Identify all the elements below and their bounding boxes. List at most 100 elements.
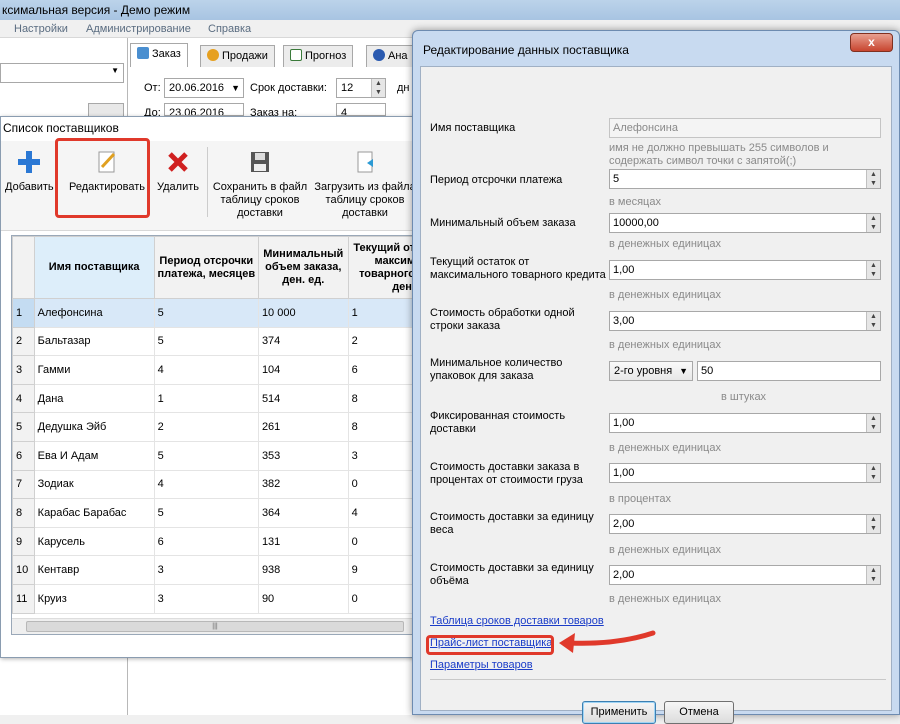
cell-name: Круиз [33,583,155,614]
column-header-credit[interactable]: Текущий от максим товарного ден. [347,236,418,299]
table-row[interactable]: 1 Алефонсина 5 10 000 1 [12,298,418,328]
horizontal-scrollbar[interactable]: ||| [12,618,418,634]
pct-delivery-label: Стоимость доставки заказа в процентах от… [430,461,583,486]
save-table-button[interactable]: Сохранить в файл таблицу сроков доставки [211,149,309,220]
fixed-delivery-label: Фиксированная стоимость доставки [430,410,566,435]
table-row[interactable]: 10 Кентавр 3 938 9 [12,555,418,585]
table-row[interactable]: 6 Ева И Адам 5 353 3 [12,440,418,471]
spin-arrows[interactable]: ▲ ▼ [866,464,880,482]
cell-min-order: 90 [257,583,349,614]
volume-delivery-field[interactable]: 2,00 ▲ ▼ [609,565,881,585]
spin-arrows[interactable]: ▲ ▼ [866,566,880,584]
cell-credit: 8 [347,412,418,442]
cell-name: Карабас Барабас [33,498,155,528]
pack-level-select[interactable]: 2-го уровня ▼ [609,361,693,381]
table-row[interactable]: 7 Зодиак 4 382 0 [12,469,418,500]
cell-min-order: 382 [257,469,349,500]
dialog-body: Имя поставщика Алефонсина имя не должно … [420,66,892,724]
column-header-name[interactable]: Имя поставщика [33,236,155,299]
supplier-grid: Имя поставщика Период отсрочки платежа, … [12,236,418,614]
spin-arrows[interactable]: ▲ ▼ [866,170,880,188]
pct-delivery-field[interactable]: 1,00 ▲ ▼ [609,463,881,483]
close-button[interactable]: x [850,33,893,52]
credit-hint: в денежных единицах [609,289,721,301]
delivery-spin[interactable]: 12 ▲ ▼ [336,78,386,98]
to-date[interactable]: 23.06.2016 [164,103,244,116]
cell-period: 2 [153,412,259,442]
load-table-button[interactable]: Загрузить из файла таблицу сроков достав… [313,149,417,220]
min-order-hint: в денежных единицах [609,238,721,250]
spin-arrows[interactable]: ▲ ▼ [866,214,880,232]
row-number: 10 [12,555,35,585]
tab-forecast[interactable]: Прогноз [283,45,354,67]
line-cost-field[interactable]: 3,00 ▲ ▼ [609,311,881,331]
period-field[interactable]: 5 ▲ ▼ [609,169,881,189]
volume-delivery-hint: в денежных единицах [609,593,721,605]
spin-arrows[interactable]: ▲ ▼ [866,261,880,279]
add-button[interactable]: Добавить [5,149,54,194]
table-row[interactable]: 11 Круиз 3 90 0 [12,583,418,614]
delivery-table-link[interactable]: Таблица сроков доставки товаров [430,615,604,627]
delete-icon [168,152,188,172]
min-order-field[interactable]: 10000,00 ▲ ▼ [609,213,881,233]
tab-order[interactable]: Заказ [130,43,188,67]
cell-period: 6 [153,526,259,557]
cancel-button[interactable]: Отмена [664,701,734,724]
row-number: 4 [12,383,35,414]
table-row[interactable]: 3 Гамми 4 104 6 [12,355,418,385]
tab-sales[interactable]: Продажи [200,45,275,67]
spin-arrows[interactable]: ▲ ▼ [866,312,880,330]
table-row[interactable]: 2 Бальтазар 5 374 2 [12,326,418,357]
cell-period: 4 [153,469,259,500]
cell-min-order: 104 [257,355,349,385]
min-packs-field[interactable]: 50 [697,361,881,381]
cell-period: 5 [153,440,259,471]
row-number: 7 [12,469,35,500]
table-header-row: Имя поставщика Период отсрочки платежа, … [12,236,418,299]
cell-min-order: 938 [257,555,349,585]
tab-analysis[interactable]: Ана [366,45,416,67]
table-row[interactable]: 9 Карусель 6 131 0 [12,526,418,557]
table-row[interactable]: 4 Дана 1 514 8 [12,383,418,414]
dialog-title: Редактирование данных поставщика [423,43,629,57]
scroll-thumb[interactable]: ||| [26,621,404,632]
credit-field[interactable]: 1,00 ▲ ▼ [609,260,881,280]
days-suffix: дн [397,82,410,94]
chevron-down-icon: ▼ [231,83,240,93]
cell-credit: 2 [347,326,418,357]
product-params-link[interactable]: Параметры товаров [430,659,533,671]
cell-min-order: 364 [257,498,349,528]
red-arrow-icon [559,630,656,653]
column-header-period[interactable]: Период отсрочки платежа, месяцев [153,236,259,299]
cell-period: 3 [153,583,259,614]
weight-delivery-field[interactable]: 2,00 ▲ ▼ [609,514,881,534]
fixed-delivery-field[interactable]: 1,00 ▲ ▼ [609,413,881,433]
menu-admin[interactable]: Администрирование [86,20,191,38]
menu-help[interactable]: Справка [208,20,251,38]
menu-settings[interactable]: Настройки [14,20,68,38]
left-button[interactable] [88,103,124,117]
chevron-down-icon: ▼ [111,66,119,75]
left-combo[interactable]: ▼ [0,63,124,83]
supplier-name-field[interactable]: Алефонсина [609,118,881,138]
order-for-spin[interactable]: 4 [336,103,386,116]
spin-arrows[interactable]: ▲ ▼ [866,515,880,533]
weight-delivery-label: Стоимость доставки за единицу веса [430,511,594,536]
spin-arrows[interactable]: ▲ ▼ [371,79,385,97]
fixed-delivery-hint: в денежных единицах [609,442,721,454]
analysis-icon [373,49,385,61]
spin-arrows[interactable]: ▲ ▼ [866,414,880,432]
table-row[interactable]: 5 Дедушка Эйб 2 261 8 [12,412,418,442]
apply-button[interactable]: Применить [582,701,656,724]
cell-name: Дана [33,383,155,414]
volume-delivery-label: Стоимость доставки за единицу объёма [430,562,594,587]
cell-name: Алефонсина [33,298,155,328]
weight-delivery-hint: в денежных единицах [609,544,721,556]
from-date[interactable]: 20.06.2016 ▼ [164,78,244,98]
chevron-down-icon: ▼ [679,366,688,376]
plus-icon [18,151,40,173]
table-row[interactable]: 8 Карабас Барабас 5 364 4 [12,498,418,528]
delete-button[interactable]: Удалить [155,149,201,194]
column-header-min-order[interactable]: Минимальный объем заказа, ден. ед. [257,236,349,299]
pct-delivery-hint: в процентах [609,493,671,505]
